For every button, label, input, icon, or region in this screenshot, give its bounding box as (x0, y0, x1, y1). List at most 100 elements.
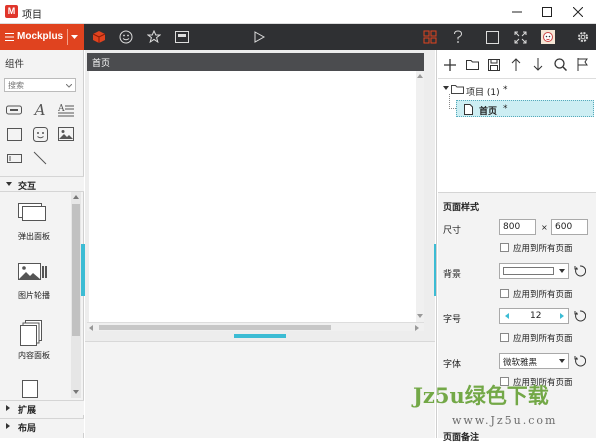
rectangle-component[interactable] (6, 126, 22, 142)
save-icon[interactable] (488, 59, 500, 71)
background-color-picker[interactable] (499, 263, 569, 279)
apply-all-background-checkbox[interactable] (500, 289, 509, 298)
add-icon[interactable] (444, 59, 456, 71)
image-component[interactable] (58, 126, 74, 142)
user-avatar-button[interactable] (535, 24, 561, 50)
toolbar-star-button[interactable] (141, 24, 167, 50)
smiley-icon (32, 126, 48, 142)
tree-page-unsaved: * (503, 104, 508, 114)
button-component[interactable] (6, 102, 22, 118)
interaction-item-label: 内容面板 (18, 351, 50, 360)
paragraph-component[interactable]: A (58, 102, 74, 118)
input-component[interactable] (6, 150, 22, 166)
reset-icon[interactable] (574, 355, 586, 367)
toolbar-cube-button[interactable] (86, 24, 112, 50)
smiley-icon (119, 30, 133, 44)
minimize-icon (512, 11, 522, 13)
page-tab-label: 首页 (92, 59, 111, 69)
preview-button[interactable] (246, 24, 272, 50)
watermark-logo: Jz5u绿色下载 (413, 383, 549, 408)
tree-page-label: 首页 (479, 107, 498, 117)
arrow-down-icon[interactable] (533, 58, 543, 71)
reset-icon[interactable] (574, 265, 586, 277)
size-label: 尺寸 (443, 226, 462, 236)
scroll-up-icon (417, 74, 423, 78)
scroll-down-icon (417, 314, 423, 318)
width-input[interactable]: 800 (499, 219, 536, 235)
scroll-left-icon (89, 325, 93, 331)
maximize-button[interactable] (532, 0, 562, 24)
search-icon[interactable] (554, 58, 567, 71)
help-button[interactable] (445, 24, 471, 50)
tree-project-unsaved: * (503, 85, 508, 95)
image-icon (175, 31, 189, 43)
line-component[interactable] (32, 150, 48, 166)
avatar-icon (541, 30, 555, 44)
font-family-select[interactable]: 微软雅黑 (499, 353, 569, 369)
minimize-button[interactable] (502, 0, 532, 24)
scroll-up-icon (73, 195, 79, 199)
increment-icon[interactable] (560, 313, 564, 319)
component-scrollbar[interactable] (71, 192, 81, 398)
reset-icon[interactable] (574, 310, 586, 322)
gear-icon (578, 32, 588, 42)
decrement-icon[interactable] (505, 313, 509, 319)
toolbar-emoji-button[interactable] (113, 24, 139, 50)
tree-project-label[interactable]: 项目 (1) (466, 85, 500, 98)
paragraph-icon: A (58, 104, 74, 117)
close-button[interactable] (563, 0, 593, 24)
text-component[interactable]: A (32, 101, 48, 119)
interaction-section-header[interactable]: 交互 (0, 176, 84, 192)
tree-page-item[interactable]: 首页 * (456, 100, 594, 117)
arrow-up-icon[interactable] (511, 58, 521, 71)
line-icon (33, 151, 47, 165)
flag-icon[interactable] (577, 58, 588, 71)
content-panel-icon (20, 320, 42, 346)
left-panel-resize-handle[interactable] (81, 244, 85, 296)
grid-view-button[interactable] (417, 24, 443, 50)
page-notes-label: 页面备注 (443, 433, 480, 443)
close-icon (573, 7, 583, 17)
settings-button[interactable] (570, 24, 596, 50)
interaction-section-label: 交互 (18, 182, 37, 192)
page-canvas[interactable] (89, 71, 416, 322)
font-size-value: 12 (530, 311, 542, 321)
fullscreen-button[interactable] (507, 24, 533, 50)
brand-menu-button[interactable]: Mockplus (0, 24, 84, 50)
expand-section-header[interactable]: 扩展 (0, 400, 84, 416)
popup-panel-icon (18, 203, 46, 221)
layout-section-header[interactable]: 布局 (0, 418, 84, 434)
page-tab[interactable]: 首页 (87, 53, 424, 71)
grid-icon (423, 30, 437, 44)
toolbar-image-button[interactable] (169, 24, 195, 50)
apply-all-font-size-checkbox[interactable] (500, 333, 509, 342)
square-icon (485, 30, 499, 44)
app-logo: M (5, 5, 18, 18)
maximize-icon (542, 7, 552, 17)
dropdown-caret-icon (559, 359, 565, 363)
button-component-icon (6, 105, 22, 115)
icon-component[interactable] (32, 126, 48, 142)
apply-all-size-checkbox[interactable] (500, 243, 509, 252)
canvas-horizontal-scrollbar[interactable] (87, 322, 424, 331)
more-component[interactable] (22, 380, 44, 398)
bottom-panel-resize-handle[interactable] (234, 334, 286, 338)
scrollbar-thumb[interactable] (99, 325, 331, 330)
panel-toggle-button[interactable] (479, 24, 505, 50)
component-panel-title: 组件 (5, 59, 25, 70)
popup-panel-component[interactable] (18, 203, 48, 223)
canvas-vertical-scrollbar[interactable] (416, 71, 424, 322)
scroll-down-icon (73, 390, 79, 394)
apply-all-size-label: 应用到所有页面 (513, 244, 573, 254)
height-input[interactable]: 600 (551, 219, 588, 235)
content-panel-component[interactable] (20, 320, 48, 346)
font-family-value: 微软雅黑 (503, 358, 538, 368)
size-times: × (541, 223, 548, 232)
page-style-title: 页面样式 (443, 203, 480, 213)
folder-icon[interactable] (466, 59, 479, 70)
interaction-item-label: 图片轮播 (18, 291, 50, 300)
font-size-stepper[interactable]: 12 (499, 308, 569, 324)
scrollbar-thumb[interactable] (72, 204, 80, 336)
image-carousel-component[interactable] (18, 263, 50, 285)
watermark-url: www.Jz5u.com (452, 414, 558, 427)
